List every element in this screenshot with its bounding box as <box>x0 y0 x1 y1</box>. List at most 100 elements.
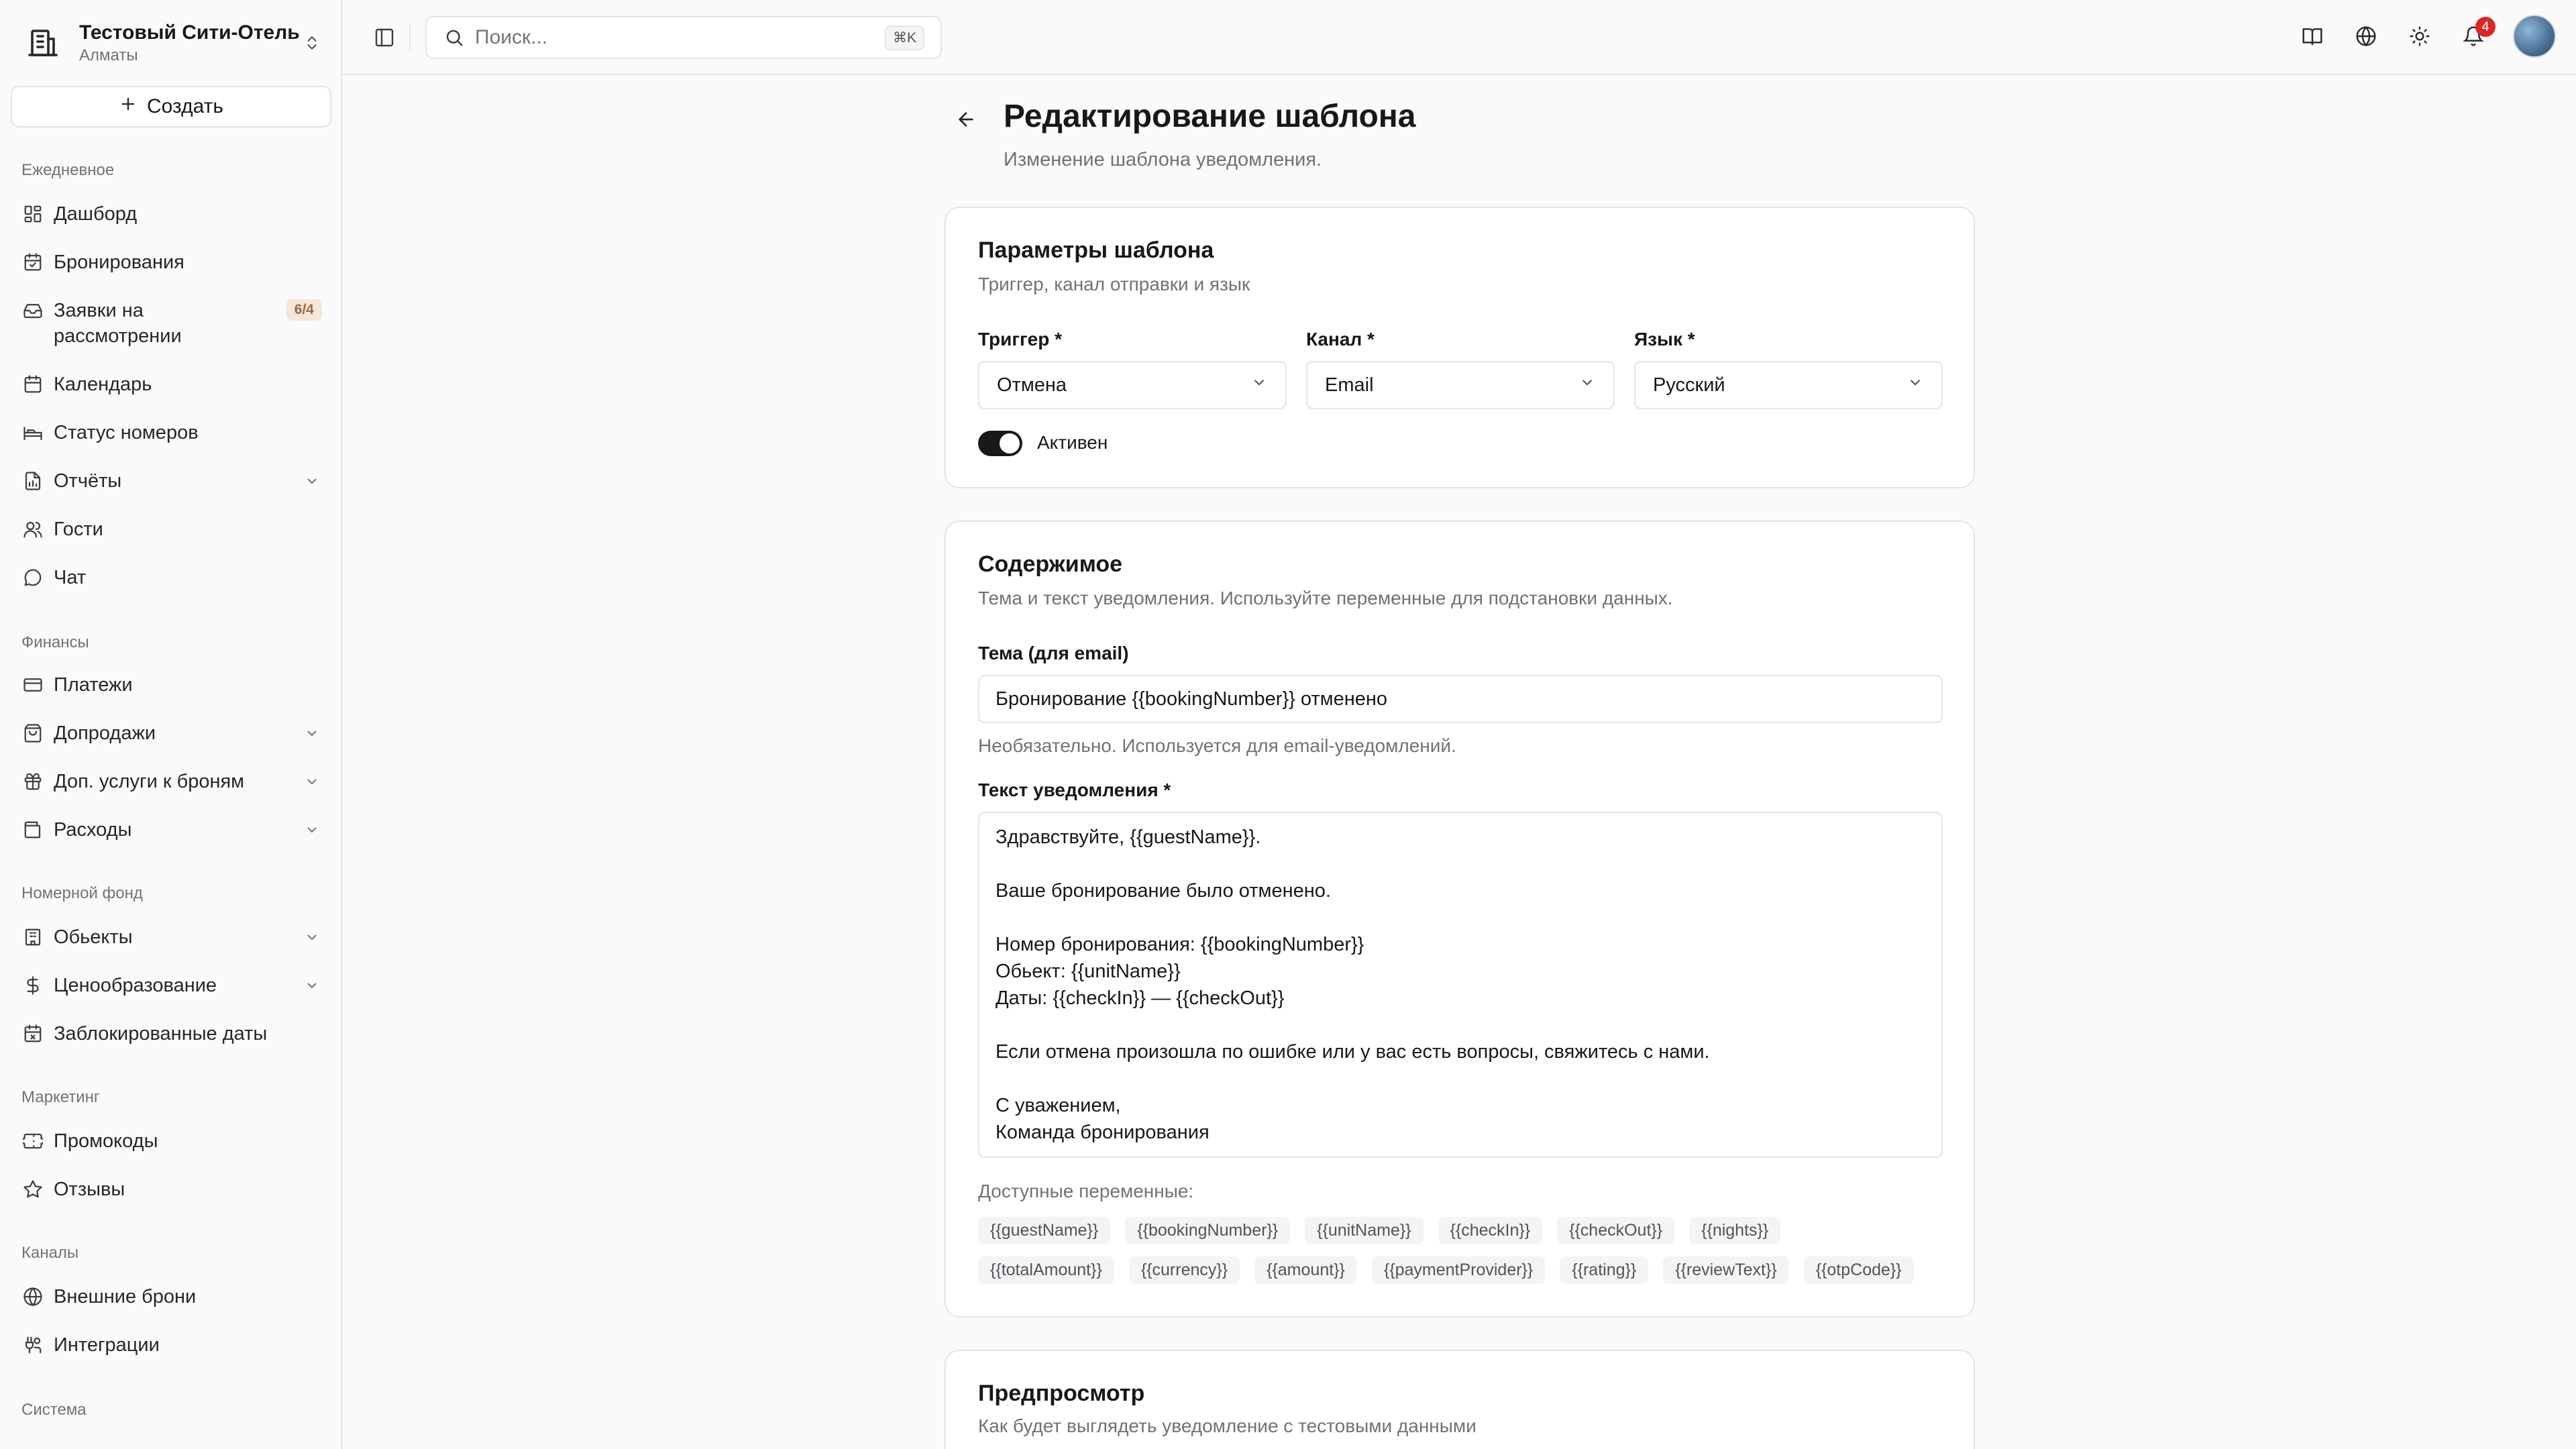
sidebar: Тестовый Сити-Отель Алматы Создать Ежедн… <box>0 0 342 1449</box>
building-icon <box>21 926 44 949</box>
sidebar-item-label: Обьекты <box>54 926 133 948</box>
sidebar-item-bookings[interactable]: Бронирования <box>21 250 322 275</box>
gift-icon <box>21 770 44 793</box>
search-box[interactable]: ⌘K <box>425 16 942 59</box>
channel-value: Email <box>1325 374 1374 396</box>
trigger-label: Триггер * <box>978 329 1063 350</box>
sidebar-item-reports[interactable]: Отчёты <box>21 468 322 494</box>
variable-chip[interactable]: {{otpCode}} <box>1803 1256 1914 1284</box>
sidebar-item-properties[interactable]: Обьекты <box>21 924 322 950</box>
sidebar-toggle-icon[interactable] <box>369 24 400 51</box>
variable-chip[interactable]: {{checkIn}} <box>1438 1217 1543 1244</box>
avatar[interactable] <box>2513 15 2556 58</box>
sidebar-item-upsells[interactable]: Допродажи <box>21 720 322 746</box>
sidebar-item-label: Внешние брони <box>54 1286 197 1307</box>
plug-icon <box>21 1334 44 1356</box>
variable-chip[interactable]: {{checkOut}} <box>1557 1217 1675 1244</box>
trigger-value: Отмена <box>997 374 1067 396</box>
sidebar-item-guests[interactable]: Гости <box>21 517 322 542</box>
topbar: ⌘K 4 <box>342 0 2576 75</box>
section-finance: Финансы <box>21 633 89 651</box>
bell-icon[interactable]: 4 <box>2459 17 2496 50</box>
org-switcher[interactable]: Тестовый Сити-Отель Алматы <box>27 17 322 68</box>
sidebar-item-room-status[interactable]: Статус номеров <box>21 420 322 445</box>
sidebar-item-expenses[interactable]: Расходы <box>21 817 322 843</box>
chevron-down-icon <box>1578 374 1596 396</box>
subject-label: Тема (для email) <box>978 643 1129 663</box>
variable-chip[interactable]: {{totalAmount}} <box>978 1256 1114 1284</box>
sidebar-item-label: Ценообразование <box>54 975 217 996</box>
star-icon <box>21 1178 44 1201</box>
search-shortcut: ⌘K <box>884 25 924 50</box>
sidebar-item-requests[interactable]: Заявки на рассмотрении 6/4 <box>21 298 322 349</box>
sidebar-item-label: Отчёты <box>54 470 122 492</box>
sidebar-item-dashboard[interactable]: Дашборд <box>21 201 322 227</box>
pending-count-badge: 6/4 <box>286 299 322 321</box>
trigger-select[interactable]: Отмена <box>978 361 1287 409</box>
sun-icon[interactable] <box>2406 22 2434 50</box>
search-input[interactable] <box>475 26 885 49</box>
variable-chip[interactable]: {{guestName}} <box>978 1217 1111 1244</box>
language-globe-icon[interactable] <box>2352 22 2380 50</box>
credit-card-icon <box>21 674 44 696</box>
sidebar-item-calendar[interactable]: Календарь <box>21 372 322 397</box>
chevron-down-icon <box>302 471 322 491</box>
create-button[interactable]: Создать <box>11 86 331 127</box>
sidebar-item-label: Календарь <box>54 374 152 395</box>
sidebar-item-promocodes[interactable]: Промокоды <box>21 1128 322 1154</box>
page-title: Редактирование шаблона <box>1004 99 1416 134</box>
channel-label: Канал * <box>1306 329 1375 350</box>
sidebar-item-label: Доп. услуги к броням <box>54 771 245 792</box>
variable-chip[interactable]: {{paymentProvider}} <box>1371 1256 1546 1284</box>
body-textarea[interactable]: Здравствуйте, {{guestName}}. Ваше бронир… <box>978 812 1943 1158</box>
variable-chip[interactable]: {{reviewText}} <box>1663 1256 1789 1284</box>
wallet-icon <box>21 818 44 841</box>
body-label: Текст уведомления * <box>978 780 1171 800</box>
sidebar-item-pricing[interactable]: Ценообразование <box>21 973 322 998</box>
sidebar-item-blocked-dates[interactable]: Заблокированные даты <box>21 1021 322 1046</box>
book-icon[interactable] <box>2298 22 2326 50</box>
sidebar-item-booking-extras[interactable]: Доп. услуги к броням <box>21 769 322 794</box>
sidebar-item-integrations[interactable]: Интеграции <box>21 1332 322 1358</box>
language-label: Язык * <box>1634 329 1695 350</box>
back-arrow-icon[interactable] <box>951 105 981 134</box>
sidebar-item-payments[interactable]: Платежи <box>21 672 322 698</box>
chevron-down-icon <box>302 975 322 996</box>
variable-chip[interactable]: {{amount}} <box>1254 1256 1357 1284</box>
subject-input[interactable]: Бронирование {{bookingNumber}} отменено <box>978 675 1943 723</box>
sidebar-item-label: Расходы <box>54 819 132 841</box>
template-params-card: Параметры шаблона Триггер, канал отправк… <box>945 207 1975 488</box>
variable-chip[interactable]: {{nights}} <box>1689 1217 1781 1244</box>
active-toggle[interactable] <box>978 431 1022 456</box>
variable-chip[interactable]: {{bookingNumber}} <box>1125 1217 1291 1244</box>
chevrons-up-down-icon <box>302 30 322 56</box>
users-icon <box>21 518 44 541</box>
sidebar-item-label: Промокоды <box>54 1130 158 1152</box>
globe-icon <box>21 1285 44 1308</box>
chevron-down-icon <box>302 820 322 840</box>
subject-hint: Необязательно. Используется для email-ув… <box>978 735 1456 756</box>
sidebar-item-external-bookings[interactable]: Внешние брони <box>21 1284 322 1309</box>
variables-label: Доступные переменные: <box>978 1181 1194 1201</box>
chat-icon <box>21 566 44 589</box>
variables-list: {{guestName}} {{bookingNumber}} {{unitName… <box>978 1217 1957 1296</box>
card-title: Предпросмотр <box>978 1381 1145 1406</box>
notification-count-badge: 4 <box>2475 17 2496 37</box>
inbox-icon <box>21 299 44 322</box>
variable-chip[interactable]: {{unitName}} <box>1305 1217 1424 1244</box>
sidebar-item-label: Статус номеров <box>54 422 199 443</box>
card-description: Триггер, канал отправки и язык <box>978 274 1250 294</box>
variable-chip[interactable]: {{currency}} <box>1128 1256 1240 1284</box>
card-description: Тема и текст уведомления. Используйте пе… <box>978 588 1673 608</box>
chevron-down-icon <box>302 771 322 792</box>
sidebar-item-label: Интеграции <box>54 1334 160 1356</box>
language-select[interactable]: Русский <box>1634 361 1943 409</box>
sidebar-item-reviews[interactable]: Отзывы <box>21 1177 322 1202</box>
section-rooms: Номерной фонд <box>21 884 143 902</box>
card-title: Параметры шаблона <box>978 237 1214 263</box>
sidebar-item-label: Допродажи <box>54 722 156 744</box>
chevron-down-icon <box>302 927 322 947</box>
sidebar-item-chat[interactable]: Чат <box>21 565 322 590</box>
channel-select[interactable]: Email <box>1306 361 1615 409</box>
variable-chip[interactable]: {{rating}} <box>1560 1256 1649 1284</box>
